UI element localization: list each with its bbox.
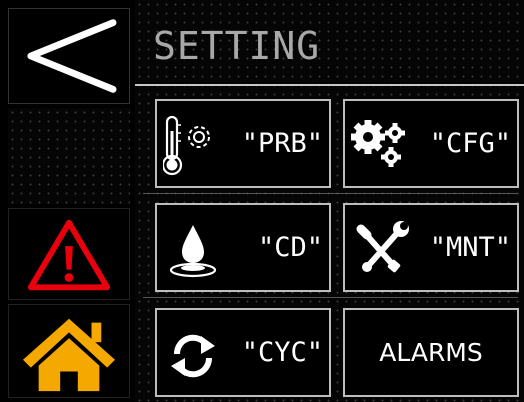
row-separator	[143, 193, 518, 194]
mnt-label: "MNT"	[429, 232, 511, 263]
prb-button[interactable]: "PRB"	[155, 99, 331, 188]
sidebar-spacer	[8, 108, 130, 204]
cfg-label: "CFG"	[429, 128, 511, 159]
cyc-button[interactable]: "CYC"	[155, 308, 331, 397]
thermometer-gear-icon	[163, 115, 210, 176]
title-bar: SETTING	[145, 10, 515, 76]
main-panel: SETTING "PRB" "CFG" "CD" "MNT" "CYC" ALA…	[135, 0, 524, 402]
row-separator	[143, 297, 518, 298]
home-button[interactable]	[8, 304, 130, 398]
cyc-label: "CYC"	[241, 337, 323, 368]
cd-label: "CD"	[257, 232, 323, 263]
warning-icon	[27, 219, 111, 291]
water-drop-icon	[169, 225, 217, 278]
mnt-button[interactable]: "MNT"	[343, 203, 519, 292]
prb-label: "PRB"	[241, 128, 323, 159]
sync-icon	[171, 334, 215, 378]
tools-icon	[356, 221, 409, 273]
alarm-button[interactable]	[8, 208, 130, 300]
sidebar	[0, 0, 133, 402]
alarms-button[interactable]: ALARMS	[343, 308, 519, 397]
gears-icon	[351, 120, 405, 167]
home-icon	[23, 318, 115, 392]
cd-button[interactable]: "CD"	[155, 203, 331, 292]
back-button[interactable]	[8, 8, 130, 104]
title-divider	[135, 84, 524, 86]
alarms-label: ALARMS	[379, 338, 483, 367]
page-title: SETTING	[153, 24, 321, 68]
chevron-left-icon	[27, 19, 117, 93]
cfg-button[interactable]: "CFG"	[343, 99, 519, 188]
